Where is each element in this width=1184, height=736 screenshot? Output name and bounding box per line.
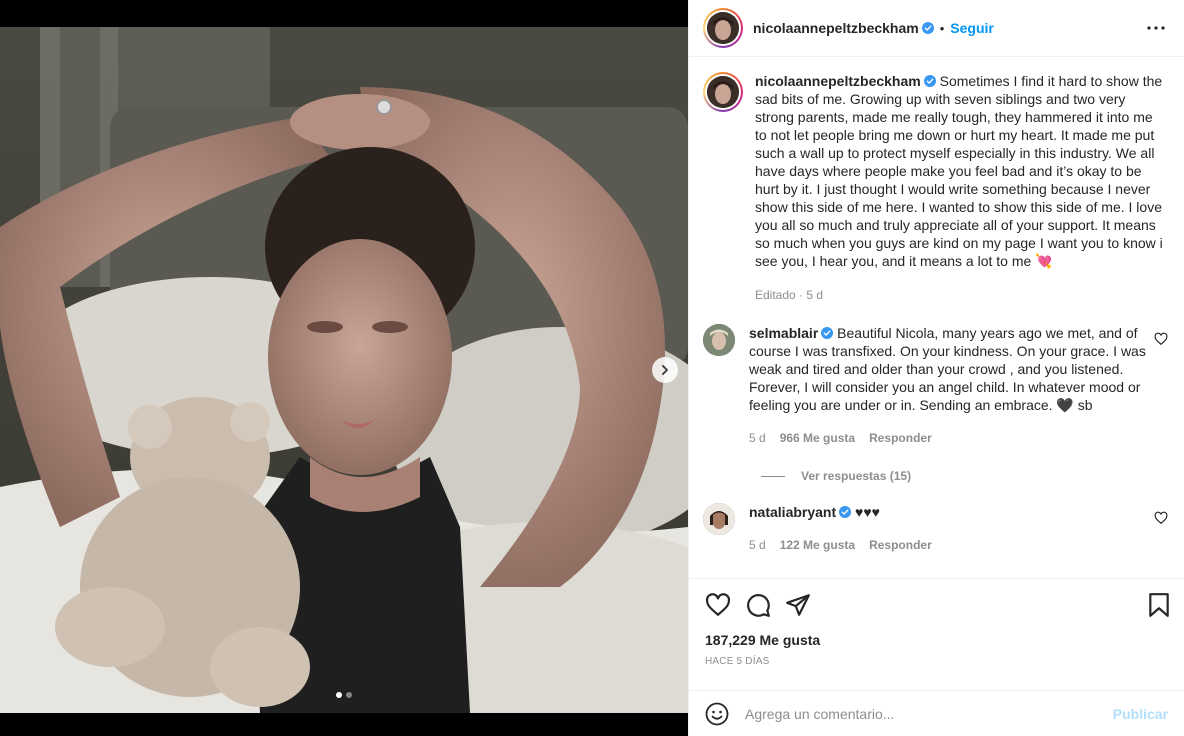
avatar — [707, 12, 739, 44]
save-bookmark-icon[interactable] — [1146, 592, 1172, 618]
likes-count[interactable]: 187,229 Me gusta — [705, 632, 1172, 648]
reply-button[interactable]: Responder — [869, 429, 932, 447]
more-options-button[interactable] — [1144, 26, 1168, 30]
comment-input[interactable] — [745, 705, 1113, 722]
post-actions-section: 187,229 Me gusta Hace 5 días — [689, 578, 1184, 667]
comments-list[interactable]: nicolaannepeltzbeckham Sometimes I find … — [689, 58, 1184, 578]
comment-time[interactable]: 5 d — [749, 536, 766, 554]
verified-badge-icon — [839, 506, 852, 518]
caption: nicolaannepeltzbeckham Sometimes I find … — [703, 72, 1168, 304]
separator-dot: • — [939, 20, 945, 36]
carousel-dot-active — [336, 692, 342, 698]
post-photo-illustration — [0, 27, 688, 713]
more-horizontal-icon — [1147, 26, 1165, 30]
comment-time[interactable]: 5 d — [749, 429, 766, 447]
like-comment-heart-icon[interactable] — [1154, 511, 1168, 525]
publish-button[interactable]: Publicar — [1113, 706, 1168, 722]
verified-badge-icon — [821, 327, 834, 339]
carousel-indicator — [336, 692, 352, 698]
media-pane — [0, 0, 688, 736]
caption-meta: Editado · 5 d — [755, 288, 824, 302]
action-bar — [705, 579, 1172, 631]
instagram-post-modal: nicolaannepeltzbeckham • Seguir nicolaan… — [0, 0, 1184, 736]
comment-text: ♥♥♥ — [855, 504, 880, 520]
comment-likes[interactable]: 966 Me gusta — [780, 429, 855, 447]
like-heart-icon[interactable] — [705, 592, 731, 618]
caption-avatar-story-ring[interactable] — [703, 72, 743, 112]
divider — [761, 475, 785, 477]
carousel-dot — [346, 692, 352, 698]
caption-text: Sometimes I find it hard to show the sad… — [755, 73, 1163, 269]
verified-badge-icon — [921, 22, 934, 34]
post-side-panel: nicolaannepeltzbeckham • Seguir nicolaan… — [688, 0, 1184, 736]
verified-badge-icon — [923, 75, 936, 87]
view-replies-label: Ver respuestas (15) — [801, 469, 912, 483]
follow-button[interactable]: Seguir — [950, 20, 994, 36]
caption-author[interactable]: nicolaannepeltzbeckham — [755, 73, 921, 89]
avatar[interactable] — [703, 324, 735, 356]
emoji-icon[interactable] — [705, 702, 729, 726]
share-send-icon[interactable] — [785, 592, 811, 618]
post-timestamp: Hace 5 días — [705, 656, 770, 667]
comment-bubble-icon[interactable] — [745, 592, 771, 618]
comment-likes[interactable]: 122 Me gusta — [780, 536, 855, 554]
avatar — [707, 76, 739, 108]
comment-author[interactable]: nataliabryant — [749, 504, 836, 520]
avatar[interactable] — [703, 503, 735, 535]
chevron-right-icon — [662, 365, 668, 375]
reply-button[interactable]: Responder — [869, 536, 932, 554]
comment-item: selmablair Beautiful Nicola, many years … — [703, 324, 1168, 447]
post-photo — [0, 27, 688, 713]
comment-item: nataliabryant ♥♥♥ 5 d 122 Me gusta Respo… — [703, 503, 1168, 554]
comment-author[interactable]: selmablair — [749, 325, 818, 341]
post-header: nicolaannepeltzbeckham • Seguir — [689, 0, 1184, 57]
add-comment-bar: Publicar — [689, 690, 1184, 736]
author-username[interactable]: nicolaannepeltzbeckham — [753, 20, 919, 36]
author-avatar-story-ring[interactable] — [703, 8, 743, 48]
view-replies-button[interactable]: Ver respuestas (15) — [761, 469, 1168, 483]
like-comment-heart-icon[interactable] — [1154, 332, 1168, 346]
carousel-next-button[interactable] — [652, 357, 678, 383]
